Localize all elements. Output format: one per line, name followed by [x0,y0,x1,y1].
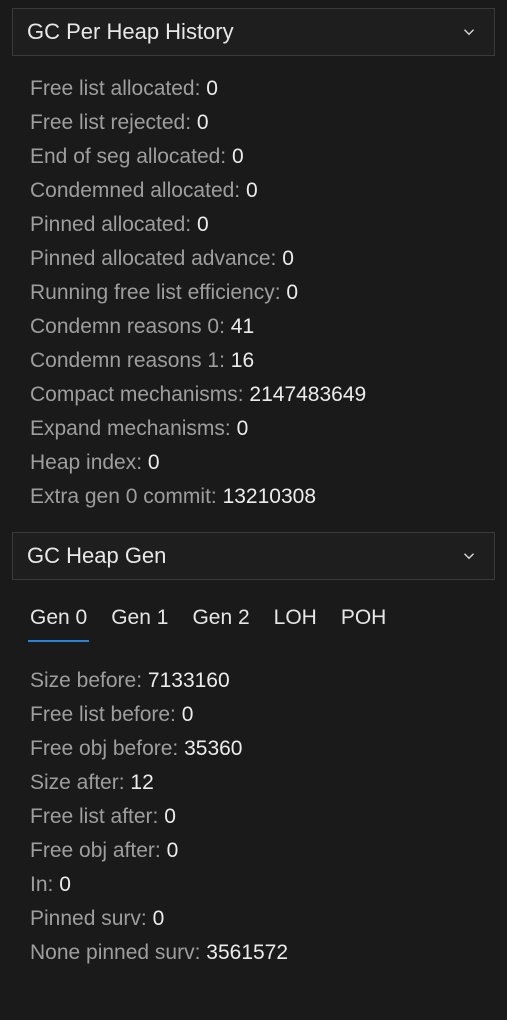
stat-label: Free obj before: [30,732,184,766]
stat-row: End of seg allocated: 0 [30,140,491,174]
stat-label: None pinned surv: [30,936,206,970]
stat-row: Free list before: 0 [30,698,491,732]
stat-label: Heap index: [30,446,148,480]
tab-gen-2[interactable]: Gen 2 [190,600,251,642]
stat-value: 12 [130,766,153,800]
stat-row: Expand mechanisms: 0 [30,412,491,446]
stat-value: 0 [148,446,160,480]
tab-gen-0[interactable]: Gen 0 [28,600,89,642]
stat-row: Size before: 7133160 [30,664,491,698]
stat-label: Pinned surv: [30,902,153,936]
stat-label: Free obj after: [30,834,167,868]
chevron-down-icon [458,545,480,567]
stat-label: Running free list efficiency: [30,276,286,310]
stat-label: End of seg allocated: [30,140,232,174]
stat-value: 0 [153,902,165,936]
stat-label: Condemned allocated: [30,174,246,208]
stat-row: Pinned surv: 0 [30,902,491,936]
section-title: GC Heap Gen [27,543,166,569]
stat-label: In: [30,868,59,902]
heap-gen-tabs: Gen 0 Gen 1 Gen 2 LOH POH [12,596,495,642]
stat-label: Size before: [30,664,148,698]
stat-row: None pinned surv: 3561572 [30,936,491,970]
stat-value: 13210308 [223,480,316,514]
heap-gen-stats: Size before: 7133160Free list before: 0F… [12,664,495,988]
stat-value: 0 [206,72,218,106]
stat-value: 2147483649 [249,378,366,412]
section-header-heap-gen[interactable]: GC Heap Gen [12,532,495,580]
stat-label: Pinned allocated advance: [30,242,282,276]
stat-row: Free list rejected: 0 [30,106,491,140]
stat-value: 41 [231,310,254,344]
stat-value: 0 [167,834,179,868]
stat-value: 0 [237,412,249,446]
stat-value: 0 [197,106,209,140]
stat-row: Condemn reasons 1: 16 [30,344,491,378]
tab-poh[interactable]: POH [339,600,389,642]
stat-value: 0 [59,868,71,902]
stat-label: Free list after: [30,800,164,834]
stat-row: Free list allocated: 0 [30,72,491,106]
stat-value: 7133160 [148,664,230,698]
section-title: GC Per Heap History [27,19,234,45]
stat-row: Size after: 12 [30,766,491,800]
stat-value: 0 [197,208,209,242]
stat-label: Size after: [30,766,130,800]
stat-row: Pinned allocated: 0 [30,208,491,242]
stat-label: Free list allocated: [30,72,206,106]
stat-label: Free list rejected: [30,106,197,140]
stat-row: Extra gen 0 commit: 13210308 [30,480,491,514]
stat-label: Free list before: [30,698,182,732]
stat-label: Extra gen 0 commit: [30,480,223,514]
stat-value: 16 [231,344,254,378]
section-header-per-heap-history[interactable]: GC Per Heap History [12,8,495,56]
stat-label: Expand mechanisms: [30,412,237,446]
stat-value: 3561572 [206,936,288,970]
stat-row: In: 0 [30,868,491,902]
stat-value: 0 [246,174,258,208]
per-heap-history-stats: Free list allocated: 0Free list rejected… [12,72,495,532]
stat-value: 0 [164,800,176,834]
tab-gen-1[interactable]: Gen 1 [109,600,170,642]
stat-row: Running free list efficiency: 0 [30,276,491,310]
stat-row: Free obj before: 35360 [30,732,491,766]
stat-value: 0 [286,276,298,310]
stat-row: Condemn reasons 0: 41 [30,310,491,344]
stat-row: Pinned allocated advance: 0 [30,242,491,276]
stat-label: Pinned allocated: [30,208,197,242]
tab-loh[interactable]: LOH [272,600,319,642]
stat-value: 0 [282,242,294,276]
stat-row: Condemned allocated: 0 [30,174,491,208]
stat-row: Heap index: 0 [30,446,491,480]
stat-label: Compact mechanisms: [30,378,249,412]
stat-value: 0 [182,698,194,732]
stat-row: Compact mechanisms: 2147483649 [30,378,491,412]
stat-row: Free list after: 0 [30,800,491,834]
stat-row: Free obj after: 0 [30,834,491,868]
stat-label: Condemn reasons 1: [30,344,231,378]
stat-label: Condemn reasons 0: [30,310,231,344]
stat-value: 35360 [184,732,242,766]
stat-value: 0 [232,140,244,174]
chevron-down-icon [458,21,480,43]
